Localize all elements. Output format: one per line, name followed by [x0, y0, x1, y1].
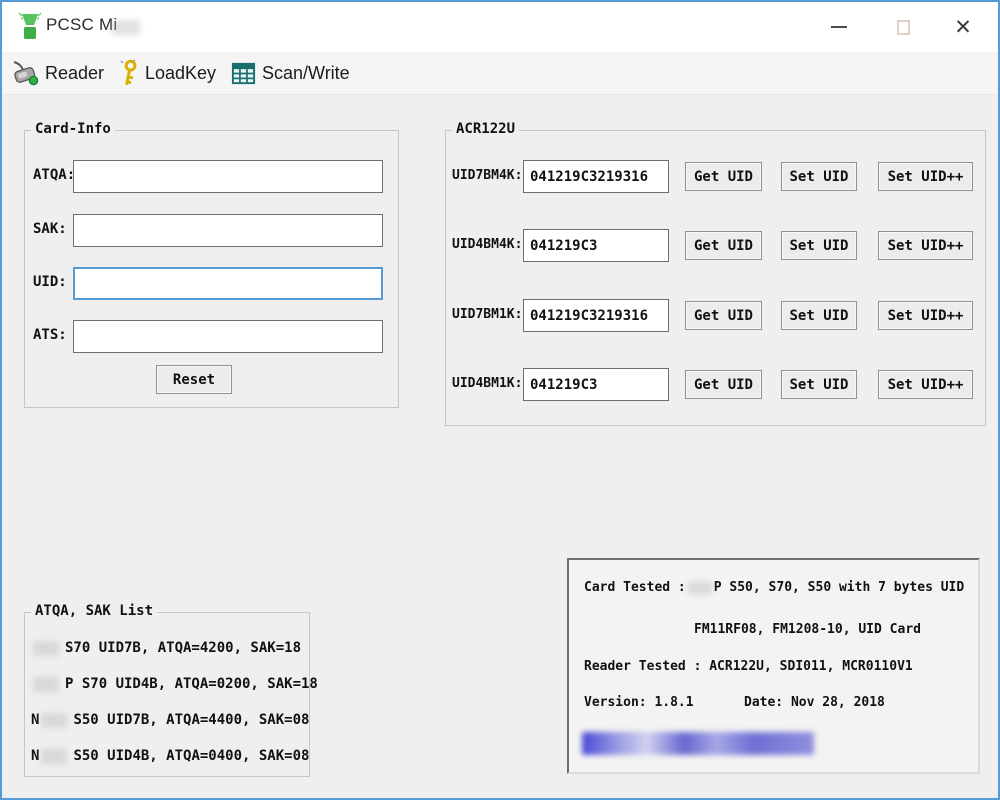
minimize-button[interactable]	[816, 2, 862, 52]
list-item: N S50 UID4B, ATQA=0400, SAK=08	[31, 746, 309, 766]
uid7bm1k-input[interactable]	[523, 299, 669, 332]
card-tested-line: Card Tested : P S50, S70, S50 with 7 byt…	[584, 580, 964, 595]
set-uid-button-2[interactable]: Set UID	[781, 231, 857, 260]
set-uid-pp-button-4[interactable]: Set UID++	[878, 370, 973, 399]
redacted-title-text	[112, 20, 140, 35]
card-tested-value: P S50, S70, S50 with 7 bytes UID	[714, 580, 964, 595]
reader-tested-value: Reader Tested : ACR122U, SDI011, MCR0110…	[584, 659, 913, 674]
uid7bm1k-label: UID7BM1K:	[452, 307, 522, 322]
set-uid-button-1[interactable]: Set UID	[781, 162, 857, 191]
version-value: Version: 1.8.1	[584, 695, 694, 710]
card-reader-icon	[12, 59, 40, 87]
toolbar-label-scanwrite: Scan/Write	[262, 63, 350, 84]
uid4bm4k-input[interactable]	[523, 229, 669, 262]
toolbar-label-reader: Reader	[45, 63, 104, 84]
acr122u-legend: ACR122U	[452, 121, 519, 137]
date-value: Date: Nov 28, 2018	[744, 695, 885, 710]
toolbar-button-scanwrite[interactable]: Scan/Write	[224, 55, 356, 91]
get-uid-button-3[interactable]: Get UID	[685, 301, 762, 330]
acr122u-group: ACR122U UID7BM4K: Get UID Set UID Set UI…	[445, 130, 986, 426]
set-uid-button-3[interactable]: Set UID	[781, 301, 857, 330]
redacted-vendor-text	[33, 677, 59, 692]
uid4bm4k-label: UID4BM4K:	[452, 237, 522, 252]
version-line: Version: 1.8.1	[584, 695, 694, 710]
redacted-contact-link	[582, 732, 814, 755]
set-uid-button-4[interactable]: Set UID	[781, 370, 857, 399]
list-item: S70 UID7B, ATQA=4200, SAK=18	[31, 638, 301, 658]
reader-tested-line: Reader Tested : ACR122U, SDI011, MCR0110…	[584, 659, 913, 674]
app-window: PCSC Mi ✕ Reader	[0, 0, 1000, 800]
minimize-icon	[831, 26, 847, 28]
get-uid-button-2[interactable]: Get UID	[685, 231, 762, 260]
set-uid-pp-button-3[interactable]: Set UID++	[878, 301, 973, 330]
list-item-prefix: N	[31, 748, 39, 764]
toolbar-button-loadkey[interactable]: LoadKey	[112, 55, 222, 91]
card-tested-value-2: FM11RF08, FM1208-10, UID Card	[694, 622, 921, 637]
atqa-input[interactable]	[73, 160, 383, 193]
key-icon	[118, 59, 140, 87]
redacted-vendor-text	[33, 641, 59, 656]
card-tested-line-2: FM11RF08, FM1208-10, UID Card	[694, 622, 921, 637]
sak-input[interactable]	[73, 214, 383, 247]
get-uid-button-1[interactable]: Get UID	[685, 162, 762, 191]
atqa-sak-list-group: ATQA, SAK List S70 UID7B, ATQA=4200, SAK…	[24, 612, 310, 777]
toolbar-button-reader[interactable]: Reader	[6, 55, 110, 91]
uid4bm1k-label: UID4BM1K:	[452, 376, 522, 391]
about-info-panel: Card Tested : P S50, S70, S50 with 7 byt…	[567, 558, 980, 774]
toolbar-label-loadkey: LoadKey	[145, 63, 216, 84]
redacted-vendor-text	[41, 713, 67, 728]
ats-input[interactable]	[73, 320, 383, 353]
atqa-label: ATQA:	[33, 167, 75, 183]
maximize-button[interactable]	[880, 2, 926, 52]
ats-label: ATS:	[33, 327, 67, 343]
list-item: P S70 UID4B, ATQA=0200, SAK=18	[31, 674, 318, 694]
uid-label: UID:	[33, 274, 67, 290]
list-item: N S50 UID7B, ATQA=4400, SAK=08	[31, 710, 309, 730]
title-bar: PCSC Mi ✕	[2, 2, 998, 52]
date-line: Date: Nov 28, 2018	[744, 695, 885, 710]
redacted-vendor-text	[688, 581, 712, 595]
uid7bm4k-input[interactable]	[523, 160, 669, 193]
list-item-text: S50 UID4B, ATQA=0400, SAK=08	[73, 748, 309, 764]
list-item-prefix: N	[31, 712, 39, 728]
list-item-text: P S70 UID4B, ATQA=0200, SAK=18	[65, 676, 318, 692]
list-item-text: S50 UID7B, ATQA=4400, SAK=08	[73, 712, 309, 728]
maximize-icon	[897, 20, 910, 35]
set-uid-pp-button-2[interactable]: Set UID++	[878, 231, 973, 260]
uid-input[interactable]	[73, 267, 383, 300]
redacted-vendor-text	[41, 749, 67, 764]
reset-button[interactable]: Reset	[156, 365, 232, 394]
close-button[interactable]: ✕	[940, 2, 986, 52]
table-grid-icon	[230, 60, 257, 87]
window-title: PCSC Mi	[46, 15, 117, 35]
atqa-sak-list-legend: ATQA, SAK List	[31, 603, 157, 619]
list-item-text: S70 UID7B, ATQA=4200, SAK=18	[65, 640, 301, 656]
toolbar: Reader LoadKey Scan/Write	[2, 52, 998, 95]
uid4bm1k-input[interactable]	[523, 368, 669, 401]
sak-label: SAK:	[33, 221, 67, 237]
card-tested-label: Card Tested :	[584, 580, 686, 595]
uid7bm4k-label: UID7BM4K:	[452, 168, 522, 183]
app-logo-icon	[17, 11, 43, 43]
card-info-legend: Card-Info	[31, 121, 115, 137]
set-uid-pp-button-1[interactable]: Set UID++	[878, 162, 973, 191]
get-uid-button-4[interactable]: Get UID	[685, 370, 762, 399]
close-icon: ✕	[954, 17, 972, 38]
card-info-group: Card-Info ATQA: SAK: UID: ATS: Reset	[24, 130, 399, 408]
